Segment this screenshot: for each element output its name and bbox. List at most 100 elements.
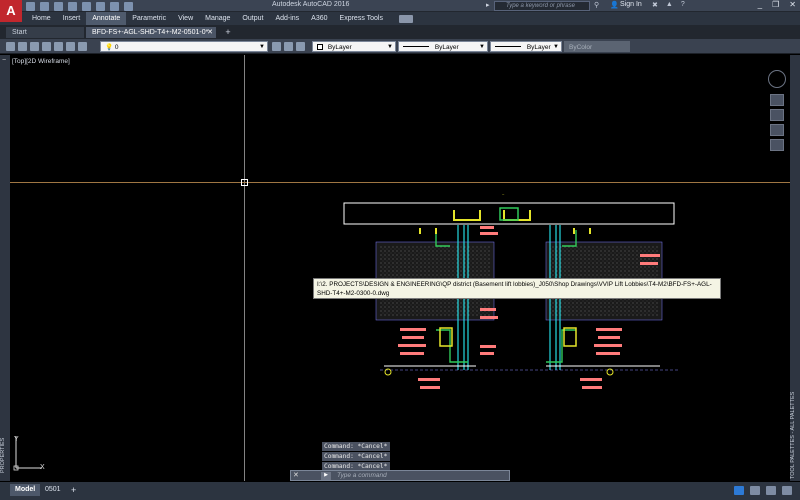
match-layer-icon[interactable]: [54, 42, 63, 51]
drawing-annotation: ~: [502, 192, 505, 197]
plot-icon[interactable]: [82, 1, 91, 11]
annotation-scale-icon[interactable]: [750, 486, 760, 495]
fixture-center: [499, 207, 519, 221]
chevron-down-icon: ▼: [479, 44, 485, 50]
add-layout-button[interactable]: +: [66, 484, 81, 496]
crosshair-horizontal: [10, 182, 790, 183]
plotstyle-dropdown[interactable]: ByColor: [564, 41, 630, 52]
close-icon[interactable]: ✕: [789, 0, 796, 9]
close-icon[interactable]: ✕: [207, 27, 213, 38]
color-dropdown[interactable]: ByLayer ▼: [312, 41, 396, 52]
layer-tools-icon[interactable]: [296, 42, 305, 51]
tab-parametric[interactable]: Parametric: [126, 12, 172, 25]
workspace-icon[interactable]: [734, 486, 744, 495]
new-icon[interactable]: [26, 1, 35, 11]
orbit-icon[interactable]: [770, 139, 784, 151]
command-history-line: Command: *Cancel*: [322, 452, 390, 461]
tab-annotate[interactable]: Annotate: [86, 12, 127, 25]
application-menu-button[interactable]: A: [0, 0, 22, 22]
steering-wheel-icon[interactable]: [770, 94, 784, 106]
share-icon[interactable]: [124, 1, 133, 11]
brackets-yellow: [419, 228, 591, 234]
chevron-down-icon: ▼: [387, 44, 393, 50]
status-bar: Model 0501 +: [0, 482, 800, 500]
lineweight-dropdown[interactable]: ByLayer ▼: [490, 41, 562, 52]
command-input[interactable]: Type a command: [337, 471, 387, 481]
layer-freeze-icon[interactable]: [78, 42, 87, 51]
file-tab-drawing[interactable]: BFD-FS+-AGL-SHD-T4+-M2-0501-0* ✕: [86, 27, 216, 38]
ucs-y-label: Y: [14, 436, 19, 443]
minimize-icon[interactable]: _: [758, 0, 762, 9]
viewport-close-icon[interactable]: −: [2, 57, 6, 64]
linetype-sample: [403, 46, 429, 47]
tab-manage[interactable]: Manage: [199, 12, 236, 25]
plotstyle-value: ByColor: [569, 44, 593, 51]
search-icon[interactable]: ▸: [486, 1, 494, 11]
command-history-line: Command: *Cancel*: [322, 442, 390, 451]
layer-state-icon[interactable]: [18, 42, 27, 51]
viewport-controls[interactable]: [Top][2D Wireframe]: [12, 58, 70, 65]
file-tab-start[interactable]: Start: [6, 27, 84, 38]
user-icon[interactable]: 👤: [610, 1, 619, 9]
title-right-icons: ✖ ▲ ?: [652, 1, 685, 9]
file-tabs: Start BFD-FS+-AGL-SHD-T4+-M2-0501-0* ✕ +: [0, 25, 800, 39]
set-current-layer-icon[interactable]: [272, 42, 281, 51]
pan-icon[interactable]: [770, 109, 784, 121]
binoculars-icon[interactable]: ⚲: [594, 1, 599, 9]
save-as-icon[interactable]: [68, 1, 77, 11]
isolate-objects-icon[interactable]: [766, 486, 776, 495]
tab-add-ins[interactable]: Add-ins: [269, 12, 305, 25]
redo-icon[interactable]: [110, 1, 119, 11]
model-tab[interactable]: Model: [10, 484, 41, 496]
restore-icon[interactable]: ❐: [772, 0, 779, 9]
tab-view[interactable]: View: [172, 12, 199, 25]
make-current-icon[interactable]: [42, 42, 51, 51]
save-icon[interactable]: [54, 1, 63, 11]
window-title: Autodesk AutoCAD 2016: [272, 1, 350, 8]
tab-output[interactable]: Output: [236, 12, 269, 25]
linetype-dropdown[interactable]: ByLayer ▼: [398, 41, 488, 52]
file-tab-label: BFD-FS+-AGL-SHD-T4+-M2-0501-0*: [92, 29, 209, 36]
lineweight-value: ByLayer: [526, 44, 551, 51]
crosshair-vertical: [244, 55, 245, 481]
exchange-icon[interactable]: ✖: [652, 1, 658, 9]
layer-properties-icon[interactable]: [6, 42, 15, 51]
search-input[interactable]: Type a keyword or phrase: [494, 1, 590, 11]
ribbon-toggle-icon[interactable]: [398, 14, 413, 23]
close-icon[interactable]: ✕: [293, 471, 299, 479]
tool-palettes-tab[interactable]: TOOL PALETTES - ALL PALETTES: [790, 390, 800, 480]
navigation-bar: [770, 94, 784, 151]
help-icon[interactable]: ?: [681, 1, 685, 9]
title-bar: Autodesk AutoCAD 2016 ▸ Type a keyword o…: [0, 0, 800, 12]
layer-isolate-icon[interactable]: [66, 42, 75, 51]
color-value: ByLayer: [327, 44, 352, 51]
layer-value: 0: [114, 44, 119, 51]
pan-hand-icon[interactable]: [284, 42, 293, 51]
tab-home[interactable]: Home: [26, 12, 57, 25]
customization-icon[interactable]: [782, 486, 792, 495]
window-controls: _ ❐ ✕: [758, 0, 796, 9]
ribbon-tabs: Home Insert Annotate Parametric View Man…: [0, 12, 800, 25]
command-line: ✕ ▶ Type a command: [290, 470, 510, 481]
chevron-down-icon: ▼: [553, 44, 559, 50]
left-palette-rail: [0, 55, 10, 481]
properties-palette-tab[interactable]: PROPERTIES: [0, 430, 10, 480]
properties-toolbar: 💡 0 ▼ ByLayer ▼ ByLayer ▼ ByLayer ▼ ByCo…: [0, 39, 800, 54]
sign-in-button[interactable]: Sign In: [620, 1, 642, 8]
color-swatch: [317, 44, 323, 50]
tab-insert[interactable]: Insert: [57, 12, 87, 25]
chevron-down-icon: ▼: [259, 44, 265, 50]
tab-a360[interactable]: A360: [305, 12, 333, 25]
layer-previous-icon[interactable]: [30, 42, 39, 51]
zoom-icon[interactable]: [770, 124, 784, 136]
command-prompt-icon[interactable]: ▶: [321, 472, 331, 480]
open-icon[interactable]: [40, 1, 49, 11]
a360-icon[interactable]: ▲: [666, 1, 673, 9]
quick-access-toolbar: [26, 1, 133, 11]
viewcube-compass[interactable]: [768, 70, 786, 88]
new-tab-button[interactable]: +: [222, 27, 234, 38]
layer-dropdown[interactable]: 💡 0 ▼: [100, 41, 268, 52]
undo-icon[interactable]: [96, 1, 105, 11]
tab-express-tools[interactable]: Express Tools: [334, 12, 389, 25]
layout-tab[interactable]: 0501: [40, 484, 66, 496]
